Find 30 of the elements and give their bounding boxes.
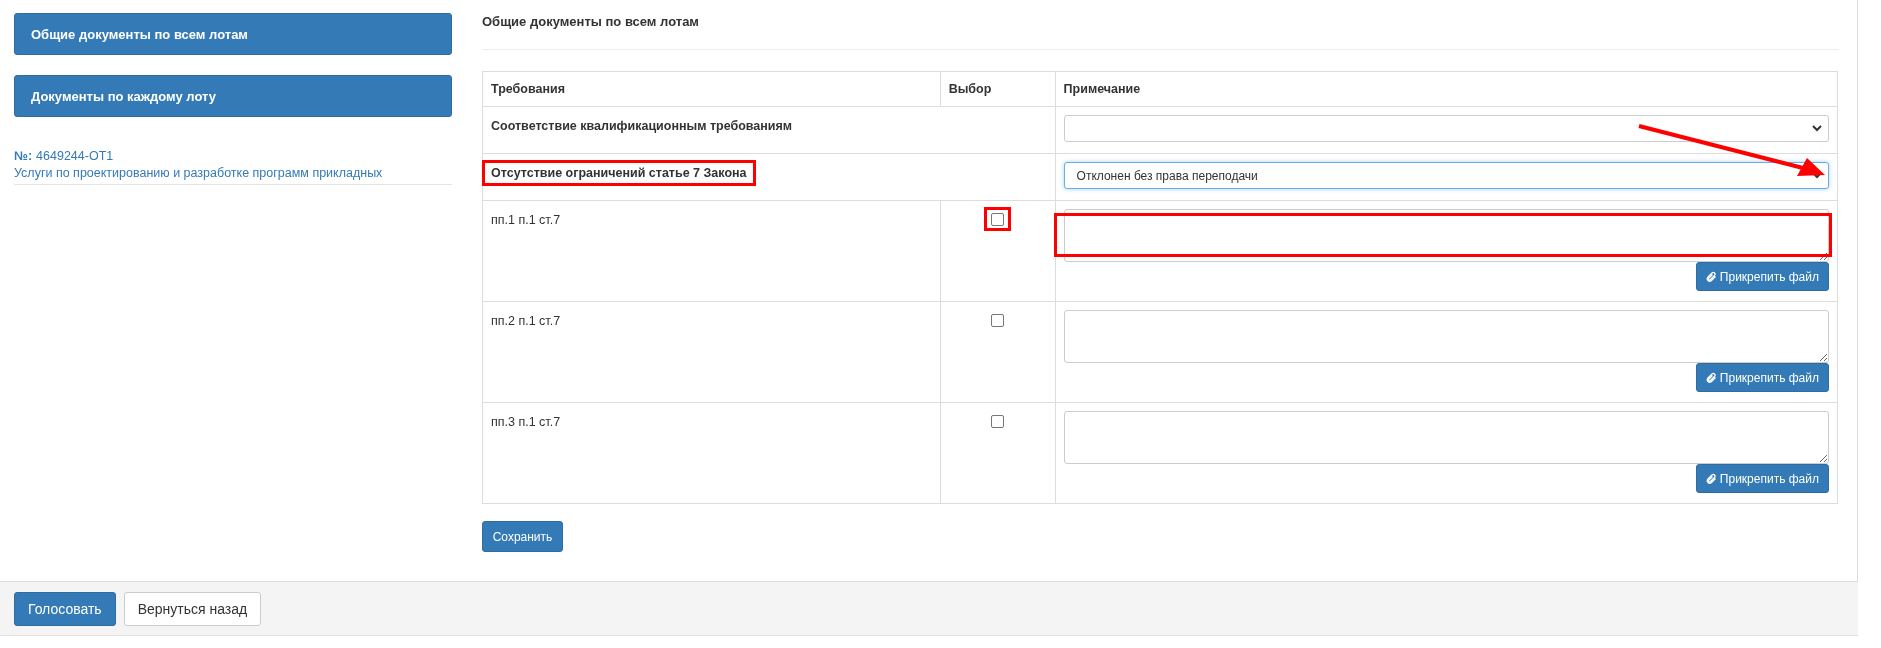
section-button[interactable]: Документы по каждому лоту bbox=[14, 75, 452, 117]
requirement-group-label: Соответствие квалификационным требованиям bbox=[490, 118, 794, 135]
lot-number-label: №: bbox=[14, 149, 33, 163]
attach-file-button[interactable]: Прикрепить файл bbox=[1695, 464, 1829, 493]
select-checkbox[interactable] bbox=[991, 313, 1005, 327]
section-heading: Общие документы по всем лотам bbox=[482, 14, 1839, 50]
back-button[interactable]: Вернуться назад bbox=[123, 591, 262, 626]
attach-file-button[interactable]: Прикрепить файл bbox=[1695, 262, 1829, 291]
requirement-label: пп.1 п.1 ст.7 bbox=[490, 212, 562, 229]
requirement-label: пп.2 п.1 ст.7 bbox=[490, 313, 562, 330]
chevron-down-icon bbox=[1812, 125, 1822, 132]
lot-title: Услуги по проектированию и разработке программ прикладных bbox=[14, 166, 384, 180]
paperclip-icon bbox=[1704, 472, 1717, 485]
lot-number: 4649244-ОТ1 bbox=[36, 149, 114, 163]
paperclip-icon bbox=[1704, 270, 1717, 283]
select-checkbox[interactable] bbox=[991, 414, 1005, 428]
column-header: Примечание bbox=[1055, 71, 1838, 107]
vote-button[interactable]: Голосовать bbox=[14, 591, 116, 626]
requirement-label: пп.3 п.1 ст.7 bbox=[490, 414, 562, 431]
column-header: Выбор bbox=[940, 71, 1056, 107]
column-header: Требования bbox=[482, 71, 941, 107]
requirement-group-label: Отсутствие ограничений статье 7 Закона bbox=[482, 160, 756, 186]
save-button[interactable]: Сохранить bbox=[482, 521, 563, 552]
status-select[interactable]: Отклонен без права переподачи bbox=[1063, 162, 1829, 189]
select-checkbox[interactable] bbox=[991, 212, 1005, 226]
note-field[interactable] bbox=[1063, 411, 1829, 464]
section-button[interactable]: Общие документы по всем лотам bbox=[14, 13, 452, 55]
paperclip-icon bbox=[1704, 371, 1717, 384]
attach-file-button[interactable]: Прикрепить файл bbox=[1695, 363, 1829, 392]
note-field[interactable] bbox=[1063, 310, 1829, 363]
